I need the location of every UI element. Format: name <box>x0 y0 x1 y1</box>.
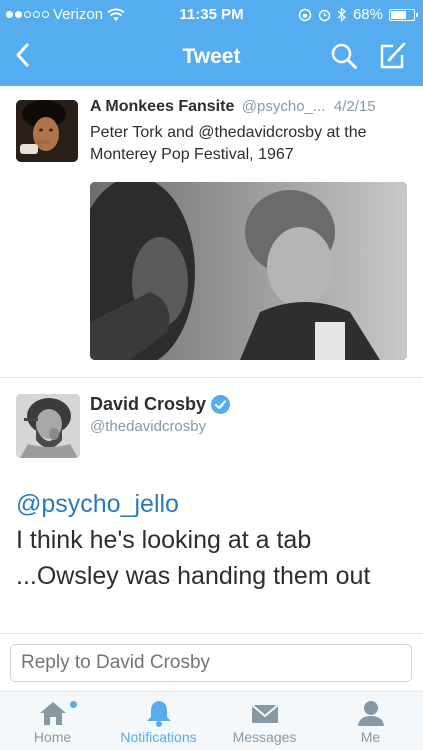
alarm-icon <box>318 9 331 21</box>
author-handle[interactable]: @psycho_... <box>242 98 326 115</box>
tab-bar: Home Notifications Messages Me <box>0 692 423 750</box>
quoted-tweet[interactable]: A Monkees Fansite @psycho_... 4/2/15 Pet… <box>0 86 423 378</box>
avatar[interactable] <box>16 100 78 162</box>
reply-input[interactable] <box>10 644 412 682</box>
mention-link[interactable]: @psycho_jello <box>16 486 411 522</box>
navigation-bar: Verizon 11:35 PM 68% Tweet <box>0 0 423 86</box>
tweet-text: Peter Tork and @thedavidcrosby at the Mo… <box>90 124 367 163</box>
tab-home[interactable]: Home <box>0 692 105 750</box>
author-name[interactable]: A Monkees Fansite <box>90 98 234 115</box>
author-handle[interactable]: @thedavidcrosby <box>90 418 206 435</box>
tab-messages[interactable]: Messages <box>212 692 317 750</box>
page-title: Tweet <box>182 45 241 68</box>
envelope-icon <box>251 704 279 723</box>
reply-bar <box>0 633 423 692</box>
compose-icon[interactable] <box>377 41 407 71</box>
home-icon <box>40 702 66 725</box>
author-name[interactable]: David Crosby <box>90 394 206 415</box>
author-name-row: David Crosby <box>90 394 231 415</box>
quoted-tweet-header: A Monkees Fansite @psycho_... 4/2/15 <box>90 98 376 116</box>
tweet-text: @psycho_jello I think he's looking at a … <box>16 486 411 594</box>
tab-label: Me <box>360 729 381 745</box>
bluetooth-icon <box>337 7 346 22</box>
person-icon <box>358 701 384 726</box>
status-bar: Verizon 11:35 PM 68% <box>0 0 423 28</box>
tab-notifications[interactable]: Notifications <box>106 692 211 750</box>
title-bar: Tweet <box>0 28 423 86</box>
battery-percent: 68% <box>352 6 383 23</box>
home-unread-dot <box>70 701 77 708</box>
battery-icon <box>389 8 418 21</box>
verified-badge-icon <box>211 395 231 414</box>
tweet-date: 4/2/15 <box>333 98 376 115</box>
tab-label: Home <box>33 729 72 745</box>
tweet-photo[interactable] <box>90 182 407 360</box>
search-icon[interactable] <box>330 42 358 70</box>
status-right: 68% <box>298 6 418 23</box>
avatar[interactable] <box>16 394 80 458</box>
tab-me[interactable]: Me <box>318 692 423 750</box>
bell-icon <box>147 701 171 727</box>
main-tweet: David Crosby @thedavidcrosby @psycho_jel… <box>0 378 423 633</box>
tweet-body: I think he's looking at a tab ...Owsley … <box>16 526 371 590</box>
tab-label: Notifications <box>120 729 197 745</box>
tab-label: Messages <box>232 729 297 745</box>
rotation-lock-icon <box>298 8 312 21</box>
